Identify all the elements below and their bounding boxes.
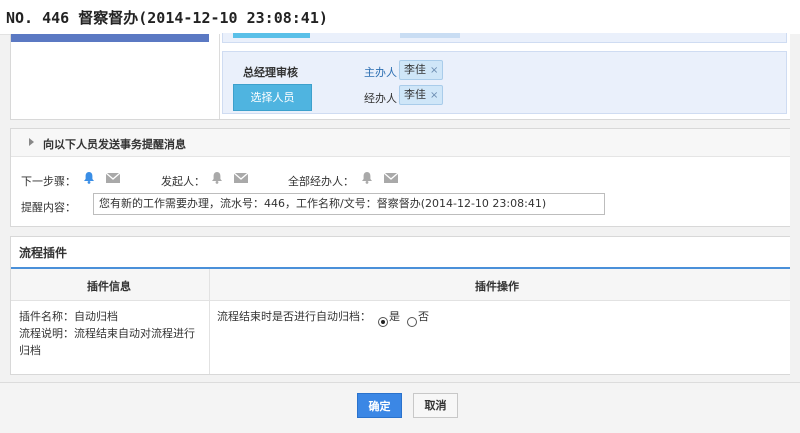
scrollbar[interactable] [790, 34, 800, 382]
next-step-bell-icon[interactable] [83, 171, 95, 184]
approval-panel: 总经理审核 选择人员 主办人： 李佳 × 经办人： 李佳 × [10, 33, 791, 120]
initiator-label: 发起人： [161, 175, 205, 188]
radio-no-label: 否 [418, 310, 429, 323]
reminder-header-title: 向以下人员发送事务提醒消息 [43, 138, 186, 151]
reminder-panel: 向以下人员发送事务提醒消息 下一步骤： 发起人： 全部经办人： 提醒内容： 您有… [10, 128, 791, 227]
plugin-name-line: 插件名称：自动归档 [19, 310, 118, 323]
reminder-content-label: 提醒内容： [21, 201, 76, 214]
plugin-desc-line2: 归档 [19, 344, 41, 357]
window-title: NO. 446 督察督办(2014-12-10 23:08:41) [6, 9, 328, 27]
main-handler-tag: 李佳 × [399, 60, 444, 80]
reminder-content-input[interactable]: 您有新的工作需要办理，流水号：446，工作名称/文号：督察督办(2014-12-… [93, 193, 605, 215]
auto-archive-question: 流程结束时是否进行自动归档： [217, 310, 371, 323]
handler-name: 李佳 [404, 88, 426, 101]
next-step-label: 下一步骤： [21, 175, 76, 188]
all-handlers-mail-icon[interactable] [384, 173, 398, 183]
initiator-mail-icon[interactable] [234, 173, 248, 183]
remove-handler-icon[interactable]: × [430, 90, 438, 101]
ok-button[interactable]: 确定 [357, 393, 402, 418]
window-titlebar: NO. 446 督察督办(2014-12-10 23:08:41) [0, 0, 800, 35]
dialog-footer: 确定 取消 [0, 382, 800, 433]
initiator-bell-icon[interactable] [211, 171, 223, 184]
panel-divider [219, 34, 220, 119]
select-person-button[interactable]: 选择人员 [233, 84, 312, 111]
col-header-action: 插件操作 [475, 280, 519, 293]
collapse-triangle-icon[interactable] [29, 138, 34, 146]
main-handler-name: 李佳 [404, 63, 426, 76]
stage-title: 总经理审核 [243, 66, 298, 79]
remove-main-handler-icon[interactable]: × [430, 65, 438, 76]
next-step-mail-icon[interactable] [106, 173, 120, 183]
col-header-info: 插件信息 [87, 280, 131, 293]
all-handlers-bell-icon[interactable] [361, 171, 373, 184]
step-list-selected-item[interactable] [11, 34, 209, 42]
cancel-button[interactable]: 取消 [413, 393, 458, 418]
radio-yes[interactable] [378, 317, 388, 327]
plugin-table-header: 插件信息 插件操作 [11, 269, 790, 301]
handler-tag: 李佳 × [399, 85, 444, 105]
plugin-panel: 流程插件 插件信息 插件操作 插件名称：自动归档 流程说明：流程结束自动对流程进… [10, 236, 791, 375]
table-column-divider [209, 269, 210, 374]
radio-yes-label: 是 [389, 310, 400, 323]
plugin-desc-line1: 流程说明：流程结束自动对流程进行 [19, 327, 195, 340]
prev-person-tag[interactable] [400, 33, 460, 38]
reminder-header[interactable]: 向以下人员发送事务提醒消息 [11, 129, 790, 157]
radio-no[interactable] [407, 317, 417, 327]
prev-select-button[interactable] [233, 33, 310, 38]
plugin-panel-title: 流程插件 [19, 246, 68, 260]
all-handlers-label: 全部经办人： [288, 175, 354, 188]
